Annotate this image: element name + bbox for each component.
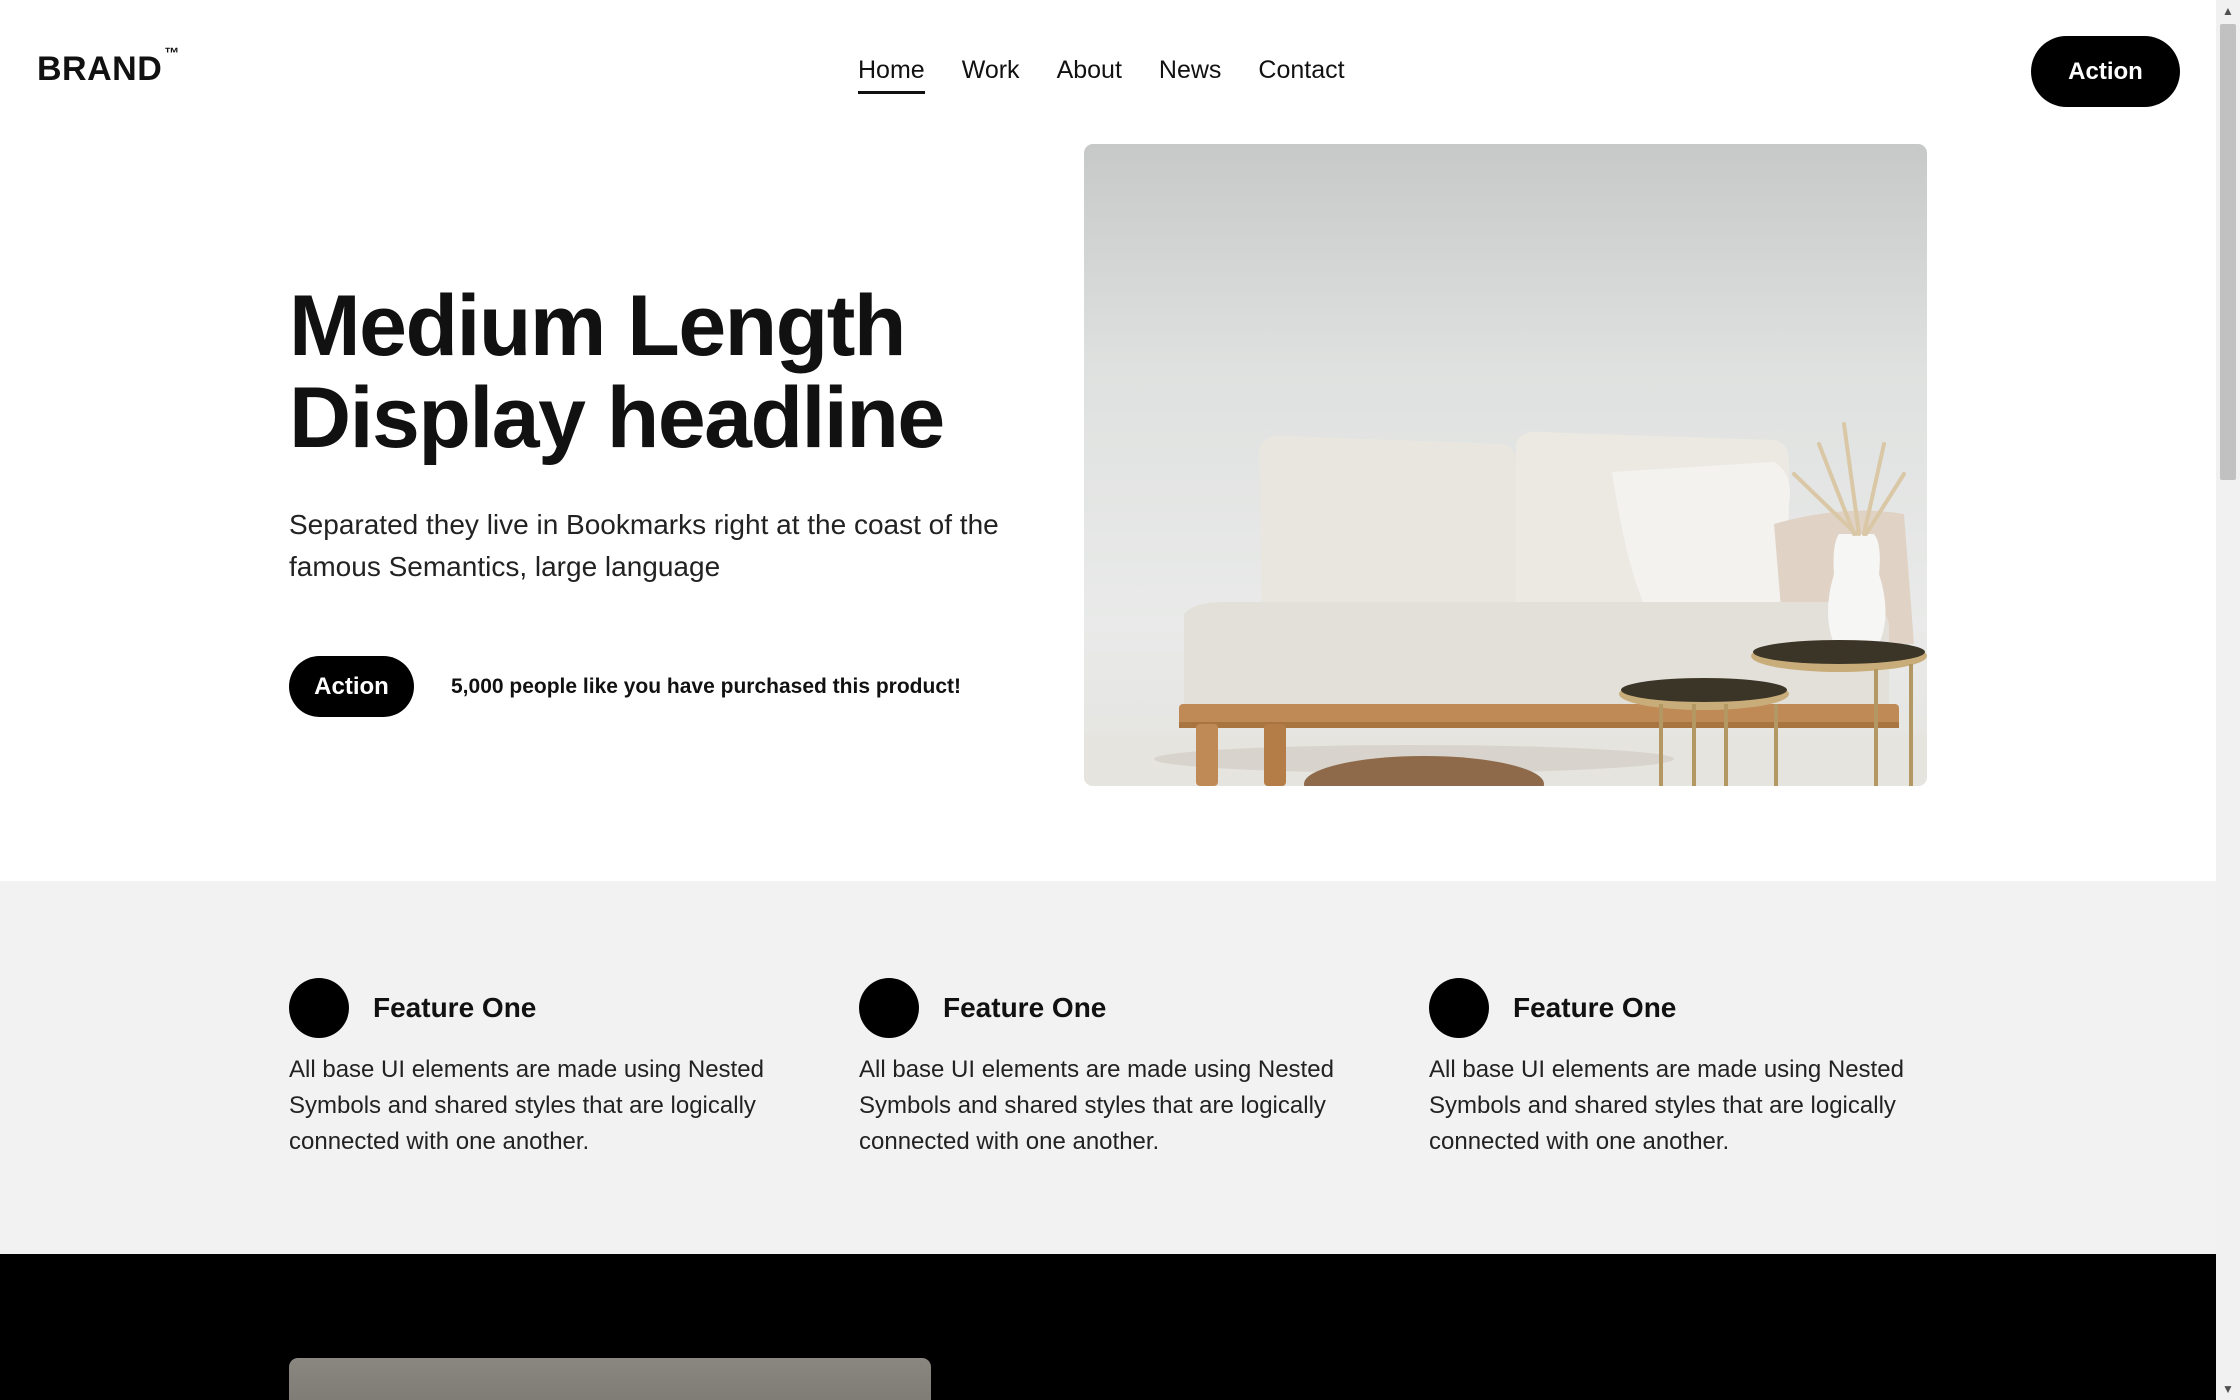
feature-description: All base UI elements are made using Nest… (289, 1056, 764, 1155)
feature-title: Feature One (1513, 992, 1677, 1023)
feature-description: All base UI elements are made using Nest… (859, 1056, 1334, 1155)
brand-logo[interactable]: BRAND ™ (37, 45, 180, 89)
feature-title: Feature One (373, 992, 537, 1023)
hero-image (1084, 144, 1927, 786)
circle-icon (1429, 978, 1489, 1038)
hero-text: Medium Length Display headline Separated… (289, 280, 1009, 588)
scroll-down-arrow-icon[interactable]: ▼ (2216, 1378, 2240, 1400)
circle-icon (859, 978, 919, 1038)
hero-headline-line1: Medium Length (289, 278, 906, 374)
feature-title: Feature One (943, 992, 1107, 1023)
hero-headline-line2: Display headline (289, 370, 945, 466)
social-proof-text: 5,000 people like you have purchased thi… (451, 674, 961, 698)
nav-link-contact[interactable]: Contact (1258, 56, 1344, 94)
site-header: BRAND ™ Home Work About News Contact Acti… (0, 0, 2216, 143)
trademark-mark: ™ (164, 44, 180, 62)
feature-description: All base UI elements are made using Nest… (1429, 1056, 1904, 1155)
feature-card: Feature One All base UI elements are mad… (289, 978, 789, 1160)
features-section: Feature One All base UI elements are mad… (0, 881, 2216, 1254)
nav-link-about[interactable]: About (1057, 56, 1122, 94)
nav-link-news[interactable]: News (1159, 56, 1222, 94)
hero-subhead: Separated they live in Bookmarks right a… (289, 509, 999, 582)
feature-header: Feature One (289, 978, 789, 1038)
feature-card: Feature One All base UI elements are mad… (859, 978, 1359, 1160)
dark-section-image (289, 1358, 931, 1400)
nav-link-home[interactable]: Home (858, 56, 925, 94)
nav-link-work[interactable]: Work (962, 56, 1020, 94)
header-action-button[interactable]: Action (2031, 36, 2180, 107)
feature-header: Feature One (1429, 978, 1929, 1038)
brand-name: BRAND (37, 50, 163, 88)
hero-headline: Medium Length Display headline (289, 280, 1009, 464)
hero-action-button[interactable]: Action (289, 656, 414, 717)
main-nav: Home Work About News Contact (858, 56, 1382, 94)
feature-card: Feature One All base UI elements are mad… (1429, 978, 1929, 1160)
sofa-illustration (1084, 422, 1927, 786)
feature-header: Feature One (859, 978, 1359, 1038)
scroll-up-arrow-icon[interactable]: ▲ (2216, 0, 2240, 22)
page-scrollbar[interactable]: ▲ ▼ (2216, 0, 2240, 1400)
page: BRAND ™ Home Work About News Contact Acti… (0, 0, 2216, 1400)
scrollbar-thumb[interactable] (2220, 24, 2236, 480)
dark-section (0, 1254, 2216, 1400)
circle-icon (289, 978, 349, 1038)
hero-cta-row: Action 5,000 people like you have purcha… (289, 656, 961, 717)
